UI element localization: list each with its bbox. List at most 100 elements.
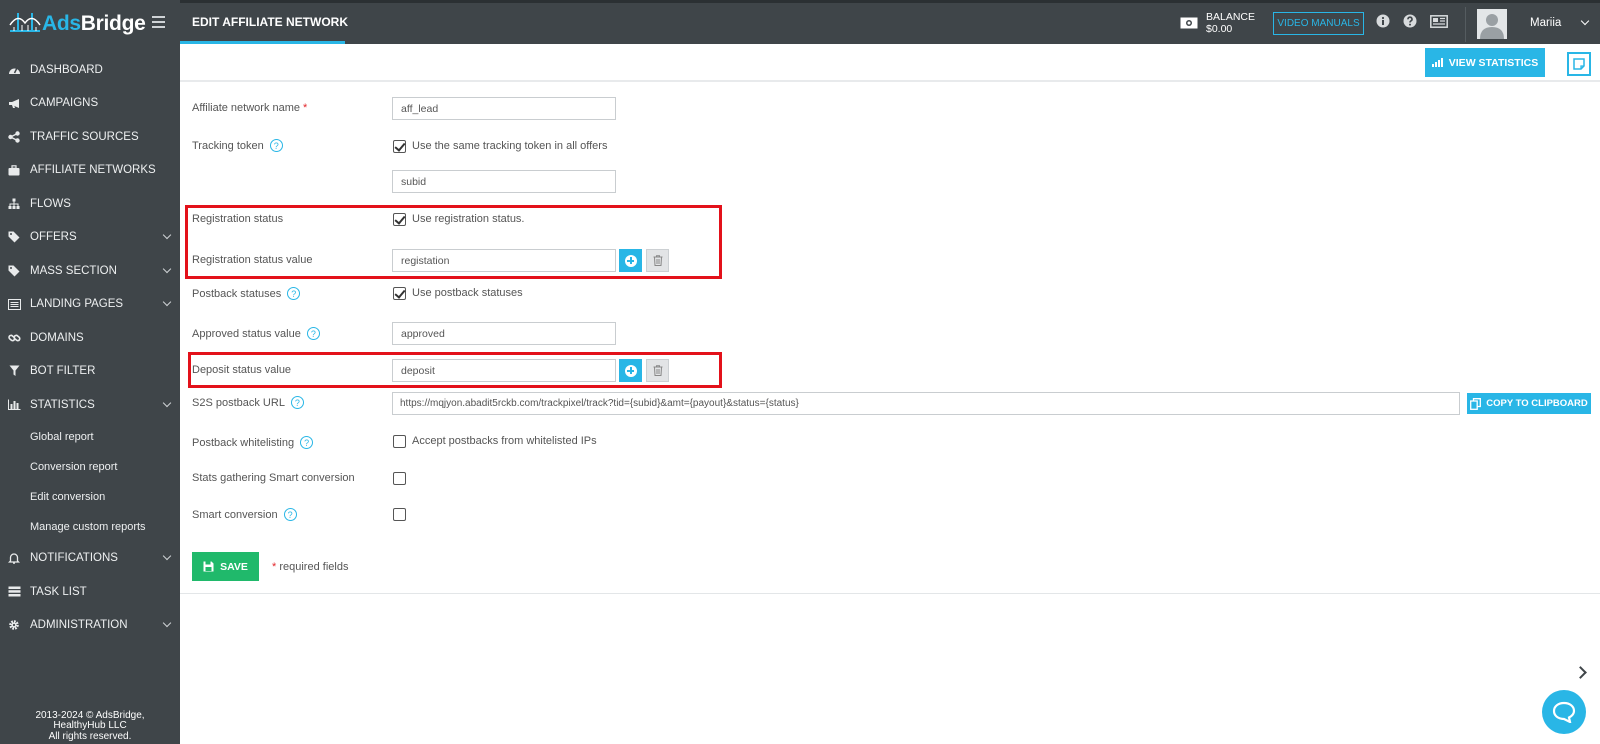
chevron-down-icon (162, 231, 172, 240)
sidebar-item-dashboard[interactable]: DASHBOARD (0, 53, 180, 87)
sidebar-item-task-list[interactable]: TASK LIST (0, 575, 180, 609)
share-icon (7, 130, 21, 144)
hamburger-menu-icon[interactable] (152, 16, 165, 28)
bridge-logo-icon (9, 13, 41, 32)
sidebar: AdsBridge DASHBOARD CAMPAIGNS TRAFFIC SO… (0, 0, 180, 744)
delete-registration-value-button[interactable] (646, 249, 669, 272)
postback-statuses-label: Postback statuses? (192, 287, 301, 300)
help-circle-icon[interactable]: ? (287, 287, 301, 300)
sidebar-item-label: TRAFFIC SOURCES (30, 130, 139, 143)
sidebar-subitem-conversion-report[interactable]: Conversion report (0, 452, 180, 482)
same-tracking-token-checkbox[interactable] (393, 140, 406, 153)
plus-circle-icon (624, 364, 637, 377)
registration-value-input[interactable]: registation (392, 249, 616, 272)
smart-conversion-checkbox[interactable] (393, 508, 406, 521)
page-title: EDIT AFFILIATE NETWORK (192, 15, 348, 29)
sidebar-item-offers[interactable]: OFFERS (0, 221, 180, 255)
sidebar-item-mass-section[interactable]: MASS SECTION (0, 254, 180, 288)
sidebar-item-affiliate-networks[interactable]: AFFILIATE NETWORKS (0, 154, 180, 188)
network-name-input[interactable]: aff_lead (392, 97, 616, 120)
tasks-icon (7, 585, 21, 599)
copy-to-clipboard-button[interactable]: COPY TO CLIPBOARD (1467, 393, 1591, 414)
video-manuals-button[interactable]: VIDEO MANUALS (1273, 12, 1364, 35)
sidebar-item-campaigns[interactable]: CAMPAIGNS (0, 87, 180, 121)
newspaper-icon[interactable] (1429, 13, 1449, 29)
whitelisting-check-label: Accept postbacks from whitelisted IPs (412, 435, 597, 447)
help-circle-icon[interactable]: ? (290, 396, 304, 409)
user-avatar-icon (1480, 14, 1504, 39)
required-asterisk: * (272, 561, 277, 573)
add-deposit-value-button[interactable] (619, 359, 642, 382)
label-text: Tracking token (192, 139, 264, 152)
stats-smart-conversion-checkbox[interactable] (393, 472, 406, 485)
sidebar-item-statistics[interactable]: STATISTICS (0, 388, 180, 422)
sidebar-item-traffic-sources[interactable]: TRAFFIC SOURCES (0, 120, 180, 154)
megaphone-icon (7, 96, 21, 110)
help-circle-icon[interactable]: ? (300, 436, 314, 449)
plus-circle-icon (624, 254, 637, 267)
gear-icon (7, 618, 21, 632)
approved-status-label: Approved status value? (192, 327, 320, 340)
sidebar-item-landing-pages[interactable]: LANDING PAGES (0, 288, 180, 322)
view-statistics-button[interactable]: VIEW STATISTICS (1425, 48, 1545, 77)
top-bar: EDIT AFFILIATE NETWORK BALANCE $0.00 VID… (180, 3, 1600, 44)
sidebar-subitem-manage-custom-reports[interactable]: Manage custom reports (0, 512, 180, 542)
whitelisting-checkbox[interactable] (393, 435, 406, 448)
adsbridge-logo[interactable]: AdsBridge (8, 8, 146, 40)
label-text: Postback statuses (192, 287, 282, 300)
sidebar-subitem-global-report[interactable]: Global report (0, 422, 180, 452)
sidebar-item-bot-filter[interactable]: BOT FILTER (0, 355, 180, 389)
sidebar-item-label: NOTIFICATIONS (30, 552, 118, 565)
s2s-postback-url-input[interactable]: https://mqjyon.abadit5rckb.com/trackpixe… (392, 392, 1460, 415)
chat-button[interactable] (1542, 690, 1586, 734)
save-button-label: SAVE (220, 560, 248, 573)
sidebar-item-domains[interactable]: DOMAINS (0, 321, 180, 355)
deposit-status-label: Deposit status value (192, 364, 292, 376)
tracking-token-input[interactable]: subid (392, 170, 616, 193)
tags-icon (7, 230, 21, 244)
avatar[interactable] (1477, 9, 1507, 39)
balance-widget[interactable]: BALANCE $0.00 (1180, 11, 1255, 35)
help-icon[interactable] (1402, 13, 1418, 29)
sidebar-item-label: MASS SECTION (30, 264, 117, 277)
required-asterisk: * (303, 102, 308, 114)
user-name[interactable]: Mariia (1530, 17, 1561, 29)
topbar-divider (1465, 7, 1466, 42)
sidebar-item-flows[interactable]: FLOWS (0, 187, 180, 221)
approved-status-input[interactable]: approved (392, 322, 616, 345)
sticky-note-icon (1573, 58, 1585, 70)
chevron-right-icon[interactable] (1574, 666, 1587, 679)
add-registration-value-button[interactable] (619, 249, 642, 272)
postback-whitelisting-label: Postback whitelisting? (192, 436, 314, 449)
label-text: Affiliate network name (192, 102, 301, 114)
chevron-down-icon (162, 398, 172, 407)
save-button[interactable]: SAVE (192, 552, 259, 581)
sidebar-item-administration[interactable]: ADMINISTRATION (0, 609, 180, 643)
help-circle-icon[interactable]: ? (283, 508, 297, 521)
chevron-down-icon[interactable] (1580, 16, 1590, 26)
required-note-text: required fields (279, 561, 349, 573)
sidebar-item-label: AFFILIATE NETWORKS (30, 164, 156, 177)
deposit-status-input[interactable]: deposit (392, 359, 616, 382)
help-circle-icon[interactable]: ? (306, 327, 320, 340)
delete-deposit-value-button[interactable] (646, 359, 669, 382)
label-text: Approved status value (192, 327, 301, 340)
logo-text: AdsBridge (42, 12, 146, 35)
sidebar-item-notifications[interactable]: NOTIFICATIONS (0, 542, 180, 576)
stats-smart-conversion-label: Stats gathering Smart conversion (192, 472, 355, 484)
bell-icon (7, 551, 21, 565)
registration-status-checkbox[interactable] (393, 213, 406, 226)
copyright-line: HealthyHub LLC (53, 720, 127, 731)
help-circle-icon[interactable]: ? (269, 139, 283, 152)
view-statistics-label: VIEW STATISTICS (1448, 56, 1539, 69)
postback-statuses-checkbox[interactable] (393, 287, 406, 300)
chat-bubble-icon (1552, 701, 1576, 723)
sidebar-item-label: DASHBOARD (30, 63, 103, 76)
dashboard-icon (7, 63, 21, 77)
sidebar-subitem-edit-conversion[interactable]: Edit conversion (0, 482, 180, 512)
trash-icon (653, 365, 662, 376)
note-button[interactable] (1567, 52, 1591, 76)
label-text: S2S postback URL (192, 396, 285, 409)
info-icon[interactable] (1375, 13, 1391, 29)
filter-icon (7, 364, 21, 378)
